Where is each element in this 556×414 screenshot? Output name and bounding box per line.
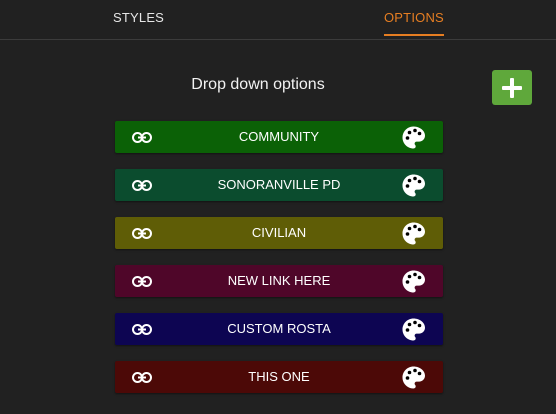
option-label: THIS ONE [248, 369, 310, 384]
plus-icon [502, 78, 522, 98]
tab-options[interactable]: OPTIONS [384, 0, 444, 36]
option-label: SONORANVILLE PD [217, 177, 341, 192]
tab-bar: STYLES OPTIONS [0, 0, 556, 40]
link-icon[interactable] [132, 132, 152, 143]
option-row-this-one[interactable]: THIS ONE [115, 361, 443, 393]
section-title: Drop down options [191, 76, 325, 93]
option-label: CIVILIAN [251, 225, 307, 240]
palette-icon[interactable] [401, 317, 426, 342]
palette-icon[interactable] [401, 365, 426, 390]
option-row-community[interactable]: COMMUNITY [115, 121, 443, 153]
option-label: COMMUNITY [238, 129, 320, 144]
add-option-button[interactable] [492, 70, 532, 105]
link-icon[interactable] [132, 324, 152, 335]
link-icon[interactable] [132, 372, 152, 383]
link-icon[interactable] [132, 180, 152, 191]
option-row-sonoranville-pd[interactable]: SONORANVILLE PD [115, 169, 443, 201]
tab-styles[interactable]: STYLES [113, 0, 164, 36]
option-row-civilian[interactable]: CIVILIAN [115, 217, 443, 249]
option-row-custom-rosta[interactable]: CUSTOM ROSTA [115, 313, 443, 345]
option-row-new-link-here[interactable]: NEW LINK HERE [115, 265, 443, 297]
link-icon[interactable] [132, 228, 152, 239]
option-label: CUSTOM ROSTA [227, 321, 331, 336]
options-list: COMMUNITY SONORANVILLE PD CIVILIAN NEW L… [115, 121, 443, 409]
palette-icon[interactable] [401, 125, 426, 150]
palette-icon[interactable] [401, 221, 426, 246]
link-icon[interactable] [132, 276, 152, 287]
option-label: NEW LINK HERE [227, 273, 331, 288]
palette-icon[interactable] [401, 173, 426, 198]
palette-icon[interactable] [401, 269, 426, 294]
